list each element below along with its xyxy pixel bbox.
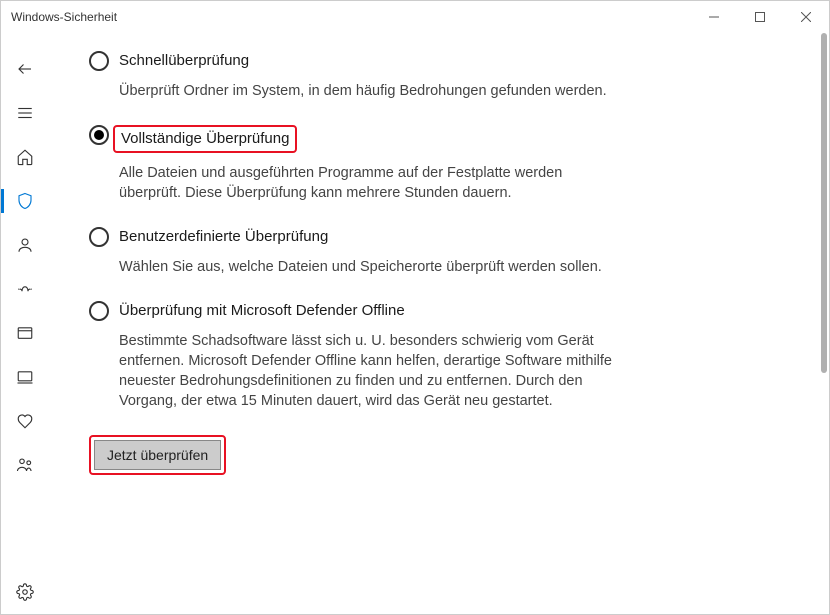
home-icon[interactable] [1, 135, 49, 179]
device-health-icon[interactable] [1, 399, 49, 443]
firewall-icon[interactable] [1, 267, 49, 311]
maximize-button[interactable] [737, 1, 783, 33]
account-icon[interactable] [1, 223, 49, 267]
option-title: Vollständige Überprüfung [113, 125, 297, 153]
family-icon[interactable] [1, 443, 49, 487]
back-button[interactable] [1, 47, 49, 91]
hamburger-menu[interactable] [1, 91, 49, 135]
device-security-icon[interactable] [1, 355, 49, 399]
close-button[interactable] [783, 1, 829, 33]
radio-icon[interactable] [89, 125, 109, 145]
radio-icon[interactable] [89, 301, 109, 321]
option-desc: Bestimmte Schadsoftware lässt sich u. U.… [119, 331, 619, 411]
option-full-scan[interactable]: Vollständige Überprüfung Alle Dateien un… [89, 125, 789, 203]
window-title: Windows-Sicherheit [11, 10, 117, 24]
app-browser-icon[interactable] [1, 311, 49, 355]
sidebar [1, 33, 49, 614]
option-title: Benutzerdefinierte Überprüfung [119, 227, 328, 247]
radio-icon[interactable] [89, 227, 109, 247]
scan-now-button[interactable]: Jetzt überprüfen [94, 440, 221, 470]
option-offline-scan[interactable]: Überprüfung mit Microsoft Defender Offli… [89, 301, 789, 411]
scrollbar[interactable] [821, 33, 827, 373]
option-title: Überprüfung mit Microsoft Defender Offli… [119, 301, 405, 321]
option-desc: Überprüft Ordner im System, in dem häufi… [119, 81, 619, 101]
shield-icon[interactable] [1, 179, 49, 223]
option-title: Schnellüberprüfung [119, 51, 249, 71]
option-desc: Wählen Sie aus, welche Dateien und Speic… [119, 257, 619, 277]
option-quick-scan[interactable]: Schnellüberprüfung Überprüft Ordner im S… [89, 51, 789, 101]
scan-now-highlight: Jetzt überprüfen [89, 435, 226, 475]
option-desc: Alle Dateien und ausgeführten Programme … [119, 163, 619, 203]
option-custom-scan[interactable]: Benutzerdefinierte Überprüfung Wählen Si… [89, 227, 789, 277]
settings-icon[interactable] [1, 570, 49, 614]
minimize-button[interactable] [691, 1, 737, 33]
radio-icon[interactable] [89, 51, 109, 71]
content-area: Schnellüberprüfung Überprüft Ordner im S… [49, 33, 829, 614]
titlebar: Windows-Sicherheit [1, 1, 829, 33]
